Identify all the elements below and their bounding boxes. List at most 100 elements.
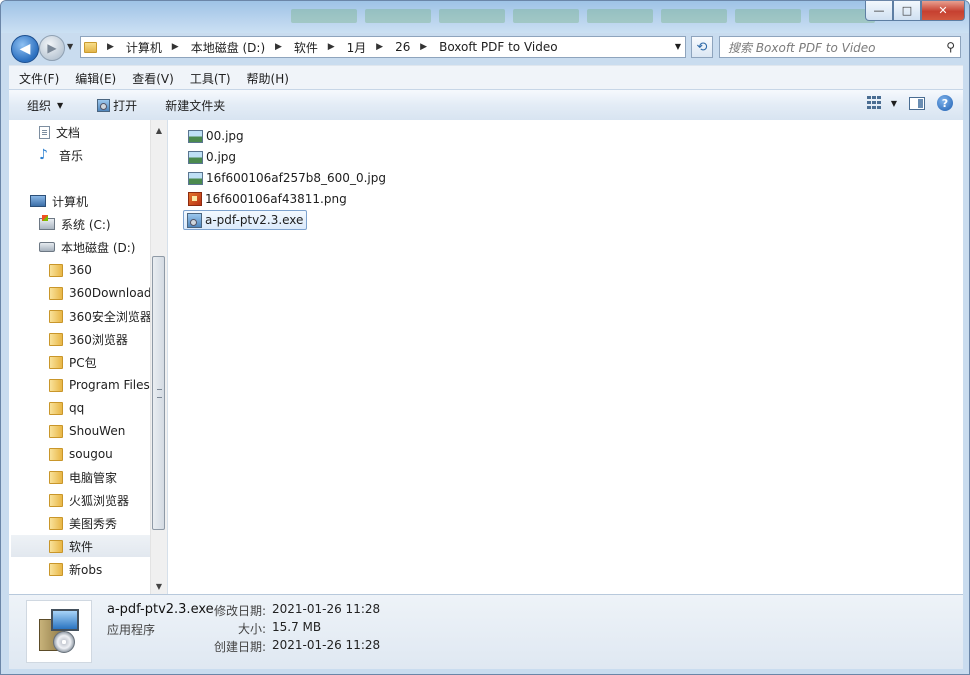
maximize-button[interactable]: □ xyxy=(893,1,921,21)
explorer-window: — □ ✕ ◀ ▶ ▼ ▶ 计算机 ▶ 本地磁盘 (D:) ▶ 软件 ▶ 1月 … xyxy=(0,0,970,675)
nav-item-computer[interactable]: 计算机 xyxy=(30,190,150,212)
forward-button[interactable]: ▶ xyxy=(39,35,65,61)
background-tabs xyxy=(291,9,875,23)
nav-label: 软件 xyxy=(69,539,94,554)
change-view-icon[interactable] xyxy=(866,96,885,110)
menu-help[interactable]: 帮助(H) xyxy=(237,70,295,87)
new-folder-label: 新建文件夹 xyxy=(165,98,226,113)
nav-item-folder[interactable]: 新obs xyxy=(49,558,150,580)
detail-modified-value: 2021-01-26 11:28 xyxy=(272,602,381,616)
folder-icon xyxy=(49,286,63,300)
folder-icon xyxy=(49,424,63,438)
window-controls: — □ ✕ xyxy=(865,1,965,21)
detail-file-type: 应用程序 xyxy=(107,623,156,637)
nav-item-drive-d[interactable]: 本地磁盘 (D:) xyxy=(39,236,149,258)
nav-item-folder[interactable]: 360Downloads xyxy=(49,282,150,304)
nav-label: 美图秀秀 xyxy=(69,516,118,531)
back-button[interactable]: ◀ xyxy=(11,35,39,63)
address-bar[interactable]: ▶ 计算机 ▶ 本地磁盘 (D:) ▶ 软件 ▶ 1月 ▶ 26 ▶ Boxof… xyxy=(80,36,686,58)
jpg-icon xyxy=(188,129,203,143)
file-item[interactable]: 16f600106af43811.png xyxy=(184,190,351,208)
nav-label: PC包 xyxy=(69,355,97,370)
nav-label: 文档 xyxy=(56,125,81,140)
organize-button[interactable]: 组织 ▼ xyxy=(9,97,73,114)
nav-item-music[interactable]: ♪ 音乐 xyxy=(39,144,149,166)
breadcrumb-current-folder[interactable]: Boxoft PDF to Video xyxy=(433,40,558,54)
menu-tools[interactable]: 工具(T) xyxy=(180,70,237,87)
nav-label: 360安全浏览器 xyxy=(69,309,150,324)
scrollbar-thumb[interactable] xyxy=(152,256,165,530)
minimize-button[interactable]: — xyxy=(865,1,893,21)
help-icon[interactable]: ? xyxy=(937,95,953,111)
forward-arrow-icon: ▶ xyxy=(47,41,57,55)
title-bar[interactable]: — □ ✕ xyxy=(1,1,969,33)
document-icon xyxy=(39,125,50,139)
breadcrumb-software[interactable]: 软件 xyxy=(288,39,318,56)
refresh-button[interactable]: ⟲ xyxy=(691,36,713,58)
nav-item-folder[interactable]: 火狐浏览器 xyxy=(49,489,150,511)
nav-item-folder[interactable]: 电脑管家 xyxy=(49,466,150,488)
nav-item-folder[interactable]: sougou xyxy=(49,443,150,465)
view-options-chevron-icon[interactable]: ▼ xyxy=(891,99,897,108)
folder-icon xyxy=(49,493,63,507)
search-icon[interactable]: ⚲ xyxy=(946,40,955,54)
file-item-selected[interactable]: a-pdf-ptv2.3.exe xyxy=(183,210,308,230)
folder-icon xyxy=(49,516,63,530)
breadcrumb-separator[interactable]: ▶ xyxy=(366,40,389,54)
menu-file[interactable]: 文件(F) xyxy=(9,70,65,87)
detail-size-value: 15.7 MB xyxy=(272,620,322,634)
detail-created-value: 2021-01-26 11:28 xyxy=(272,638,381,652)
breadcrumb-separator[interactable]: ▶ xyxy=(265,40,288,54)
breadcrumb-separator[interactable]: ▶ xyxy=(162,40,185,54)
file-item[interactable]: 00.jpg xyxy=(184,127,248,145)
file-item[interactable]: 16f600106af257b8_600_0.jpg xyxy=(184,169,390,187)
detail-created-label: 创建日期: xyxy=(213,640,266,654)
nav-scrollbar[interactable]: ▲ ▼ xyxy=(150,120,167,594)
file-name: 0.jpg xyxy=(206,150,237,164)
breadcrumb-separator[interactable]: ▶ xyxy=(410,40,433,54)
preview-pane-icon[interactable] xyxy=(909,96,925,110)
nav-item-folder[interactable]: 360浏览器 xyxy=(49,328,150,350)
nav-item-folder[interactable]: qq xyxy=(49,397,150,419)
nav-label: qq xyxy=(69,401,85,415)
address-row: ◀ ▶ ▼ ▶ 计算机 ▶ 本地磁盘 (D:) ▶ 软件 ▶ 1月 ▶ 26 ▶… xyxy=(1,33,969,63)
nav-item-folder-selected[interactable]: 软件 xyxy=(11,535,150,557)
nav-label: 火狐浏览器 xyxy=(69,493,130,508)
nav-label: 360 xyxy=(69,263,92,277)
open-button[interactable]: 打开 xyxy=(87,97,147,114)
file-item[interactable]: 0.jpg xyxy=(184,148,240,166)
folder-icon xyxy=(49,355,63,369)
nav-item-folder[interactable]: PC包 xyxy=(49,351,150,373)
new-folder-button[interactable]: 新建文件夹 xyxy=(155,97,235,114)
folder-icon xyxy=(49,309,63,323)
file-list[interactable]: 00.jpg 0.jpg 16f600106af257b8_600_0.jpg … xyxy=(168,120,963,594)
png-icon xyxy=(188,192,202,206)
breadcrumb-drive-d[interactable]: 本地磁盘 (D:) xyxy=(185,39,265,56)
recent-pages-dropdown[interactable]: ▼ xyxy=(67,42,73,51)
folder-icon xyxy=(49,401,63,415)
file-name: 00.jpg xyxy=(206,129,244,143)
nav-item-folder[interactable]: 360 xyxy=(49,259,150,281)
folder-icon xyxy=(49,562,63,576)
breadcrumb-separator[interactable]: ▶ xyxy=(318,40,341,54)
grip-icon xyxy=(157,389,162,398)
nav-item-folder[interactable]: 美图秀秀 xyxy=(49,512,150,534)
breadcrumb-january[interactable]: 1月 xyxy=(341,39,367,56)
folder-icon xyxy=(84,41,97,53)
close-button[interactable]: ✕ xyxy=(921,1,965,21)
breadcrumb-computer[interactable]: 计算机 xyxy=(120,39,162,56)
scroll-up-arrow-icon[interactable]: ▲ xyxy=(151,122,167,138)
nav-item-folder[interactable]: 360安全浏览器 xyxy=(49,305,150,327)
search-box[interactable]: 搜索 Boxoft PDF to Video ⚲ xyxy=(719,36,961,58)
search-input[interactable]: 搜索 Boxoft PDF to Video xyxy=(728,39,876,56)
address-history-dropdown[interactable]: ▼ xyxy=(675,42,681,51)
menu-view[interactable]: 查看(V) xyxy=(122,70,180,87)
breadcrumb-26[interactable]: 26 xyxy=(389,40,410,54)
nav-item-folder[interactable]: Program Files xyxy=(49,374,150,396)
menu-edit[interactable]: 编辑(E) xyxy=(65,70,122,87)
scroll-down-arrow-icon[interactable]: ▼ xyxy=(151,578,167,594)
breadcrumb-separator[interactable]: ▶ xyxy=(101,42,120,52)
nav-item-folder[interactable]: ShouWen xyxy=(49,420,150,442)
nav-item-documents[interactable]: 文档 xyxy=(39,121,149,143)
nav-item-system-c[interactable]: 系统 (C:) xyxy=(39,213,149,235)
